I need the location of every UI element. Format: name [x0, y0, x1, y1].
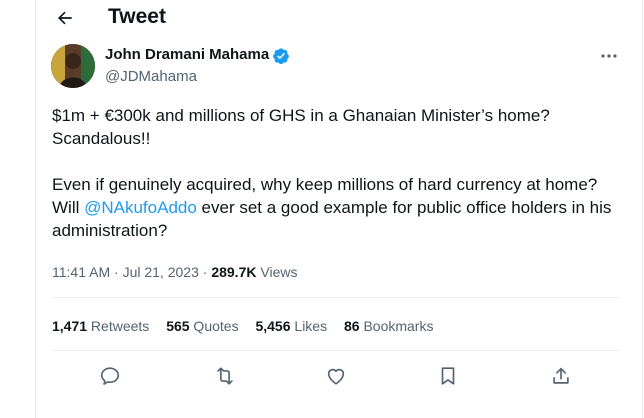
header: Tweet [35, 0, 635, 36]
quotes-label: Quotes [189, 318, 239, 334]
divider [52, 350, 620, 351]
tweet-date[interactable]: Jul 21, 2023 [123, 264, 199, 280]
bookmark-button[interactable] [434, 362, 462, 390]
engagement-stats: 1,471 Retweets 565 Quotes 5,456 Likes 86… [52, 318, 446, 334]
mention-link[interactable]: @NAkufoAddo [84, 198, 197, 217]
more-options-button[interactable] [598, 46, 620, 66]
page-title: Tweet [108, 5, 166, 28]
back-button[interactable] [50, 6, 80, 30]
likes-label: Likes [290, 318, 328, 334]
action-bar [52, 362, 620, 390]
quotes-count: 565 [166, 318, 190, 334]
tweet-metadata: 11:41 AM · Jul 21, 2023 · 289.7K Views [52, 264, 297, 280]
arrow-left-icon [58, 11, 72, 25]
retweets-label: Retweets [87, 318, 150, 334]
bookmarks-stat[interactable]: 86 Bookmarks [344, 318, 434, 334]
like-button[interactable] [322, 362, 350, 390]
share-button[interactable] [547, 362, 575, 390]
meta-separator: · [110, 264, 123, 280]
retweet-button[interactable] [211, 362, 239, 390]
tweet-body: $1m + €300k and millions of GHS in a Gha… [52, 104, 612, 242]
divider [52, 297, 620, 298]
reply-button[interactable] [96, 362, 124, 390]
share-icon [553, 367, 569, 384]
avatar[interactable] [51, 44, 95, 88]
author-handle[interactable]: @JDMahama [105, 68, 197, 85]
bookmarks-label: Bookmarks [359, 318, 434, 334]
tweet-paragraph-2: Even if genuinely acquired, why keep mil… [52, 173, 612, 242]
views-count: 289.7K [211, 264, 257, 280]
avatar-image [51, 44, 95, 88]
like-icon [327, 368, 345, 385]
retweet-icon [217, 367, 233, 385]
quotes-stat[interactable]: 565 Quotes [166, 318, 238, 334]
bookmarks-count: 86 [343, 318, 360, 334]
likes-stat[interactable]: 5,456 Likes [255, 318, 327, 334]
author-name[interactable]: John Dramani Mahama [105, 46, 269, 63]
bookmark-icon [441, 367, 455, 385]
retweets-stat[interactable]: 1,471 Retweets [52, 318, 149, 334]
tweet-paragraph-1: $1m + €300k and millions of GHS in a Gha… [52, 106, 550, 148]
meta-separator: · [198, 264, 212, 280]
retweets-count: 1,471 [52, 318, 88, 334]
tweet-time[interactable]: 11:41 AM [52, 264, 110, 280]
likes-count: 5,456 [255, 318, 291, 334]
views-label: Views [256, 264, 298, 280]
verified-badge-icon [273, 48, 289, 65]
more-horizontal-icon [601, 54, 617, 58]
reply-icon [100, 367, 120, 385]
